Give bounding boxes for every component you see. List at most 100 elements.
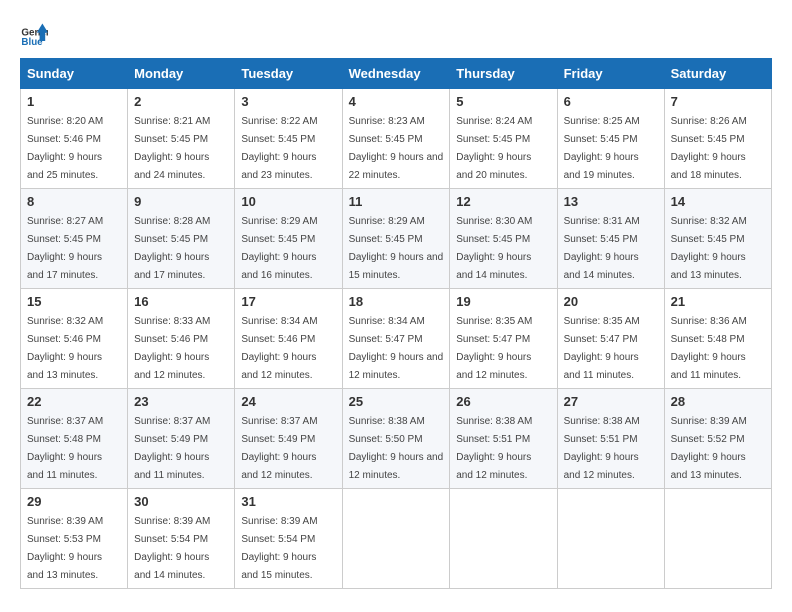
weekday-header-thursday: Thursday [450, 59, 557, 89]
calendar-day-19: 19 Sunrise: 8:35 AMSunset: 5:47 PMDaylig… [450, 289, 557, 389]
day-info: Sunrise: 8:38 AMSunset: 5:51 PMDaylight:… [456, 416, 532, 481]
day-number: 18 [349, 294, 444, 309]
day-number: 19 [456, 294, 550, 309]
calendar-day-30: 30 Sunrise: 8:39 AMSunset: 5:54 PMDaylig… [128, 489, 235, 589]
calendar-day-1: 1 Sunrise: 8:20 AMSunset: 5:46 PMDayligh… [21, 89, 128, 189]
day-info: Sunrise: 8:37 AMSunset: 5:49 PMDaylight:… [241, 416, 317, 481]
weekday-header-saturday: Saturday [664, 59, 771, 89]
day-info: Sunrise: 8:29 AMSunset: 5:45 PMDaylight:… [241, 216, 317, 281]
calendar-day-2: 2 Sunrise: 8:21 AMSunset: 5:45 PMDayligh… [128, 89, 235, 189]
day-info: Sunrise: 8:29 AMSunset: 5:45 PMDaylight:… [349, 216, 444, 281]
day-info: Sunrise: 8:28 AMSunset: 5:45 PMDaylight:… [134, 216, 210, 281]
day-number: 31 [241, 494, 335, 509]
day-info: Sunrise: 8:38 AMSunset: 5:51 PMDaylight:… [564, 416, 640, 481]
calendar-day-9: 9 Sunrise: 8:28 AMSunset: 5:45 PMDayligh… [128, 189, 235, 289]
day-info: Sunrise: 8:23 AMSunset: 5:45 PMDaylight:… [349, 116, 444, 181]
calendar-day-16: 16 Sunrise: 8:33 AMSunset: 5:46 PMDaylig… [128, 289, 235, 389]
day-number: 21 [671, 294, 765, 309]
day-number: 15 [27, 294, 121, 309]
calendar-day-17: 17 Sunrise: 8:34 AMSunset: 5:46 PMDaylig… [235, 289, 342, 389]
calendar-day-11: 11 Sunrise: 8:29 AMSunset: 5:45 PMDaylig… [342, 189, 450, 289]
calendar-week-4: 22 Sunrise: 8:37 AMSunset: 5:48 PMDaylig… [21, 389, 772, 489]
calendar-day-6: 6 Sunrise: 8:25 AMSunset: 5:45 PMDayligh… [557, 89, 664, 189]
day-number: 7 [671, 94, 765, 109]
day-number: 24 [241, 394, 335, 409]
day-number: 20 [564, 294, 658, 309]
day-number: 2 [134, 94, 228, 109]
day-number: 6 [564, 94, 658, 109]
day-info: Sunrise: 8:34 AMSunset: 5:46 PMDaylight:… [241, 316, 317, 381]
weekday-header-tuesday: Tuesday [235, 59, 342, 89]
calendar-day-27: 27 Sunrise: 8:38 AMSunset: 5:51 PMDaylig… [557, 389, 664, 489]
day-info: Sunrise: 8:35 AMSunset: 5:47 PMDaylight:… [564, 316, 640, 381]
calendar-body: 1 Sunrise: 8:20 AMSunset: 5:46 PMDayligh… [21, 89, 772, 589]
day-info: Sunrise: 8:34 AMSunset: 5:47 PMDaylight:… [349, 316, 444, 381]
calendar-day-22: 22 Sunrise: 8:37 AMSunset: 5:48 PMDaylig… [21, 389, 128, 489]
day-info: Sunrise: 8:30 AMSunset: 5:45 PMDaylight:… [456, 216, 532, 281]
calendar-day-15: 15 Sunrise: 8:32 AMSunset: 5:46 PMDaylig… [21, 289, 128, 389]
calendar-day-29: 29 Sunrise: 8:39 AMSunset: 5:53 PMDaylig… [21, 489, 128, 589]
day-info: Sunrise: 8:37 AMSunset: 5:48 PMDaylight:… [27, 416, 103, 481]
calendar-day-21: 21 Sunrise: 8:36 AMSunset: 5:48 PMDaylig… [664, 289, 771, 389]
calendar-week-3: 15 Sunrise: 8:32 AMSunset: 5:46 PMDaylig… [21, 289, 772, 389]
day-info: Sunrise: 8:26 AMSunset: 5:45 PMDaylight:… [671, 116, 747, 181]
weekday-header-sunday: Sunday [21, 59, 128, 89]
calendar-day-31: 31 Sunrise: 8:39 AMSunset: 5:54 PMDaylig… [235, 489, 342, 589]
calendar-table: SundayMondayTuesdayWednesdayThursdayFrid… [20, 58, 772, 589]
day-number: 14 [671, 194, 765, 209]
day-number: 11 [349, 194, 444, 209]
logo-icon: General Blue [20, 20, 48, 48]
day-info: Sunrise: 8:39 AMSunset: 5:54 PMDaylight:… [241, 516, 317, 581]
day-info: Sunrise: 8:27 AMSunset: 5:45 PMDaylight:… [27, 216, 103, 281]
logo: General Blue [20, 20, 48, 48]
day-number: 8 [27, 194, 121, 209]
day-info: Sunrise: 8:22 AMSunset: 5:45 PMDaylight:… [241, 116, 317, 181]
day-info: Sunrise: 8:24 AMSunset: 5:45 PMDaylight:… [456, 116, 532, 181]
calendar-day-18: 18 Sunrise: 8:34 AMSunset: 5:47 PMDaylig… [342, 289, 450, 389]
day-info: Sunrise: 8:32 AMSunset: 5:46 PMDaylight:… [27, 316, 103, 381]
day-number: 12 [456, 194, 550, 209]
day-number: 22 [27, 394, 121, 409]
calendar-week-5: 29 Sunrise: 8:39 AMSunset: 5:53 PMDaylig… [21, 489, 772, 589]
calendar-day-25: 25 Sunrise: 8:38 AMSunset: 5:50 PMDaylig… [342, 389, 450, 489]
calendar-day-7: 7 Sunrise: 8:26 AMSunset: 5:45 PMDayligh… [664, 89, 771, 189]
day-info: Sunrise: 8:39 AMSunset: 5:54 PMDaylight:… [134, 516, 210, 581]
calendar-day-23: 23 Sunrise: 8:37 AMSunset: 5:49 PMDaylig… [128, 389, 235, 489]
calendar-week-1: 1 Sunrise: 8:20 AMSunset: 5:46 PMDayligh… [21, 89, 772, 189]
day-number: 10 [241, 194, 335, 209]
calendar-day-12: 12 Sunrise: 8:30 AMSunset: 5:45 PMDaylig… [450, 189, 557, 289]
day-number: 17 [241, 294, 335, 309]
day-info: Sunrise: 8:39 AMSunset: 5:52 PMDaylight:… [671, 416, 747, 481]
calendar-day-24: 24 Sunrise: 8:37 AMSunset: 5:49 PMDaylig… [235, 389, 342, 489]
day-number: 13 [564, 194, 658, 209]
day-info: Sunrise: 8:35 AMSunset: 5:47 PMDaylight:… [456, 316, 532, 381]
day-info: Sunrise: 8:32 AMSunset: 5:45 PMDaylight:… [671, 216, 747, 281]
day-info: Sunrise: 8:20 AMSunset: 5:46 PMDaylight:… [27, 116, 103, 181]
day-number: 3 [241, 94, 335, 109]
weekday-header-monday: Monday [128, 59, 235, 89]
calendar-day-4: 4 Sunrise: 8:23 AMSunset: 5:45 PMDayligh… [342, 89, 450, 189]
calendar-week-2: 8 Sunrise: 8:27 AMSunset: 5:45 PMDayligh… [21, 189, 772, 289]
day-number: 25 [349, 394, 444, 409]
day-number: 30 [134, 494, 228, 509]
calendar-day-14: 14 Sunrise: 8:32 AMSunset: 5:45 PMDaylig… [664, 189, 771, 289]
weekday-header-wednesday: Wednesday [342, 59, 450, 89]
day-info: Sunrise: 8:36 AMSunset: 5:48 PMDaylight:… [671, 316, 747, 381]
day-number: 16 [134, 294, 228, 309]
day-number: 26 [456, 394, 550, 409]
calendar-day-26: 26 Sunrise: 8:38 AMSunset: 5:51 PMDaylig… [450, 389, 557, 489]
calendar-day-10: 10 Sunrise: 8:29 AMSunset: 5:45 PMDaylig… [235, 189, 342, 289]
day-info: Sunrise: 8:38 AMSunset: 5:50 PMDaylight:… [349, 416, 444, 481]
day-info: Sunrise: 8:37 AMSunset: 5:49 PMDaylight:… [134, 416, 210, 481]
day-info: Sunrise: 8:21 AMSunset: 5:45 PMDaylight:… [134, 116, 210, 181]
day-number: 5 [456, 94, 550, 109]
day-info: Sunrise: 8:25 AMSunset: 5:45 PMDaylight:… [564, 116, 640, 181]
calendar-day-28: 28 Sunrise: 8:39 AMSunset: 5:52 PMDaylig… [664, 389, 771, 489]
day-number: 27 [564, 394, 658, 409]
empty-cell [450, 489, 557, 589]
calendar-day-20: 20 Sunrise: 8:35 AMSunset: 5:47 PMDaylig… [557, 289, 664, 389]
day-number: 4 [349, 94, 444, 109]
day-number: 1 [27, 94, 121, 109]
page-header: General Blue [20, 20, 772, 48]
calendar-day-8: 8 Sunrise: 8:27 AMSunset: 5:45 PMDayligh… [21, 189, 128, 289]
